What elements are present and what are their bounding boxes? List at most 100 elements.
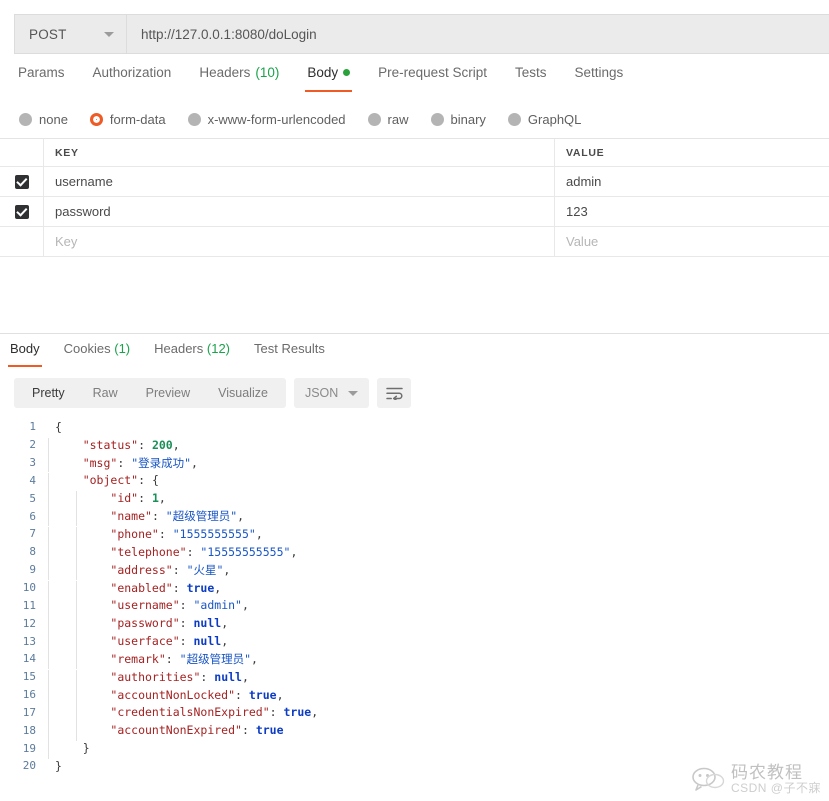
- code-line-text: "telephone": "15555555555",: [46, 544, 829, 563]
- line-number: 7: [29, 527, 36, 541]
- indent-guide: [48, 705, 49, 724]
- code-token-punct: :: [151, 509, 166, 524]
- radio-icon[interactable]: [19, 112, 32, 126]
- code-token-punct: :: [186, 544, 201, 559]
- code-line: 4 "object": {: [0, 472, 829, 492]
- indent-guide: [76, 561, 77, 580]
- line-number: 20: [22, 759, 36, 773]
- code-token-punct: ,: [221, 616, 229, 631]
- indent-guide: [76, 723, 77, 742]
- line-number: 16: [22, 688, 36, 702]
- active-tab-underline: [305, 89, 353, 92]
- code-token-key: "remark": [110, 651, 166, 666]
- indent-guide: [48, 437, 49, 456]
- row-key-input[interactable]: password: [44, 197, 555, 226]
- body-mode-x-www-form-urlencoded[interactable]: x-www-form-urlencoded: [187, 111, 346, 127]
- http-method-select[interactable]: POST: [15, 15, 127, 53]
- request-tab-authorization[interactable]: Authorization: [93, 62, 172, 92]
- response-tab-headers[interactable]: Headers (12): [154, 338, 230, 367]
- indent-guide: [48, 598, 49, 617]
- body-mode-none[interactable]: none: [19, 112, 68, 127]
- request-url-input[interactable]: http://127.0.0.1:8080/doLogin: [127, 15, 829, 53]
- code-line: 3 "msg": "登录成功",: [0, 454, 829, 473]
- response-tab-cookies[interactable]: Cookies (1): [64, 338, 130, 367]
- line-number: 4: [29, 473, 36, 487]
- indent-guide: [48, 561, 49, 580]
- code-token-num: 1: [151, 491, 159, 506]
- indent-guide: [76, 491, 77, 510]
- row-enabled-checkbox[interactable]: [14, 204, 29, 219]
- code-token-punct: }: [55, 758, 62, 773]
- indent-guide: [48, 616, 49, 635]
- chevron-down-icon: [104, 31, 114, 37]
- body-mode-GraphQL[interactable]: GraphQL: [507, 112, 581, 127]
- code-line: 7 "phone": "1555555555",: [0, 525, 829, 545]
- request-tab-tests[interactable]: Tests: [515, 62, 547, 92]
- new-key-input[interactable]: Key: [44, 227, 555, 256]
- code-token-bool: true: [186, 580, 215, 595]
- response-format-select[interactable]: JSON: [293, 378, 370, 408]
- radio-icon[interactable]: [507, 112, 521, 126]
- new-value-input[interactable]: Value: [555, 227, 829, 256]
- request-tab-bar: Params Authorization Headers (10) Body Pre-re…: [0, 62, 829, 98]
- row-value-input[interactable]: admin: [555, 167, 829, 196]
- request-tab-settings[interactable]: Settings: [574, 62, 623, 92]
- code-token-punct: ,: [214, 580, 222, 595]
- code-token-key: "enabled": [110, 580, 173, 595]
- line-number: 9: [29, 563, 36, 577]
- row-enabled-checkbox[interactable]: [14, 174, 29, 189]
- indent-guide: [76, 508, 77, 526]
- code-line: 17 "credentialsNonExpired": true,: [0, 704, 829, 724]
- request-tab-body[interactable]: Body: [305, 62, 353, 92]
- body-mode-form-data[interactable]: form-data: [89, 112, 166, 127]
- row-value-input[interactable]: 123: [555, 197, 829, 226]
- code-token-key: "username": [110, 598, 180, 613]
- indent-guide: [76, 580, 77, 599]
- code-line-text: "object": {: [46, 473, 829, 492]
- code-token-num: 200: [151, 437, 173, 452]
- code-token-punct: ,: [191, 455, 198, 470]
- code-token-key: "password": [110, 616, 180, 631]
- response-tab-label: Body: [10, 341, 40, 356]
- view-mode-visualize[interactable]: Visualize: [204, 378, 282, 408]
- code-token-punct: :: [172, 580, 187, 595]
- wrap-lines-button[interactable]: [377, 378, 412, 408]
- view-mode-preview[interactable]: Preview: [132, 378, 204, 408]
- row-key-input[interactable]: username: [44, 167, 555, 196]
- row-checkbox-cell: [0, 227, 44, 256]
- code-token-punct: :: [165, 651, 180, 666]
- code-token-punct: :: [269, 705, 284, 720]
- request-tab-pre-request-script[interactable]: Pre-request Script: [378, 62, 487, 92]
- code-line: 20}: [0, 757, 829, 775]
- code-token-key: "object": [82, 473, 139, 488]
- response-tab-body[interactable]: Body: [8, 338, 42, 367]
- table-row-new[interactable]: Key Value: [0, 227, 829, 257]
- code-token-punct: :: [179, 616, 194, 631]
- line-number: 12: [22, 616, 36, 630]
- code-line-text: "id": 1,: [46, 491, 829, 510]
- body-mode-label: x-www-form-urlencoded: [207, 111, 346, 127]
- column-header-key: KEY: [44, 139, 555, 166]
- code-token-key: "telephone": [110, 544, 187, 559]
- code-token-punct: : {: [138, 473, 159, 488]
- radio-icon[interactable]: [187, 112, 201, 126]
- request-tab-params[interactable]: Params: [18, 62, 65, 92]
- request-tab-headers[interactable]: Headers (10): [199, 62, 279, 92]
- view-mode-pretty[interactable]: Pretty: [18, 378, 79, 408]
- view-mode-raw[interactable]: Raw: [79, 378, 132, 408]
- code-line: 10 "enabled": true,: [0, 579, 829, 599]
- response-body-code[interactable]: 1{2 "status": 200, 3 "msg": "登录成功", 4 "obj…: [0, 418, 829, 801]
- radio-icon[interactable]: [89, 112, 103, 126]
- row-checkbox-cell: [0, 197, 44, 226]
- indent-guide: [48, 634, 49, 652]
- code-line-text: "authorities": null,: [46, 669, 829, 688]
- radio-icon[interactable]: [430, 112, 444, 126]
- code-line-text: "status": 200,: [46, 437, 829, 456]
- radio-icon[interactable]: [367, 112, 381, 126]
- code-line: 16 "accountNonLocked": true,: [0, 686, 829, 706]
- body-mode-binary[interactable]: binary: [430, 112, 486, 127]
- code-line-text: "userface": null,: [46, 634, 829, 652]
- response-tab-test-results[interactable]: Test Results: [254, 338, 325, 367]
- code-token-punct: ,: [311, 705, 319, 720]
- body-mode-raw[interactable]: raw: [367, 112, 409, 127]
